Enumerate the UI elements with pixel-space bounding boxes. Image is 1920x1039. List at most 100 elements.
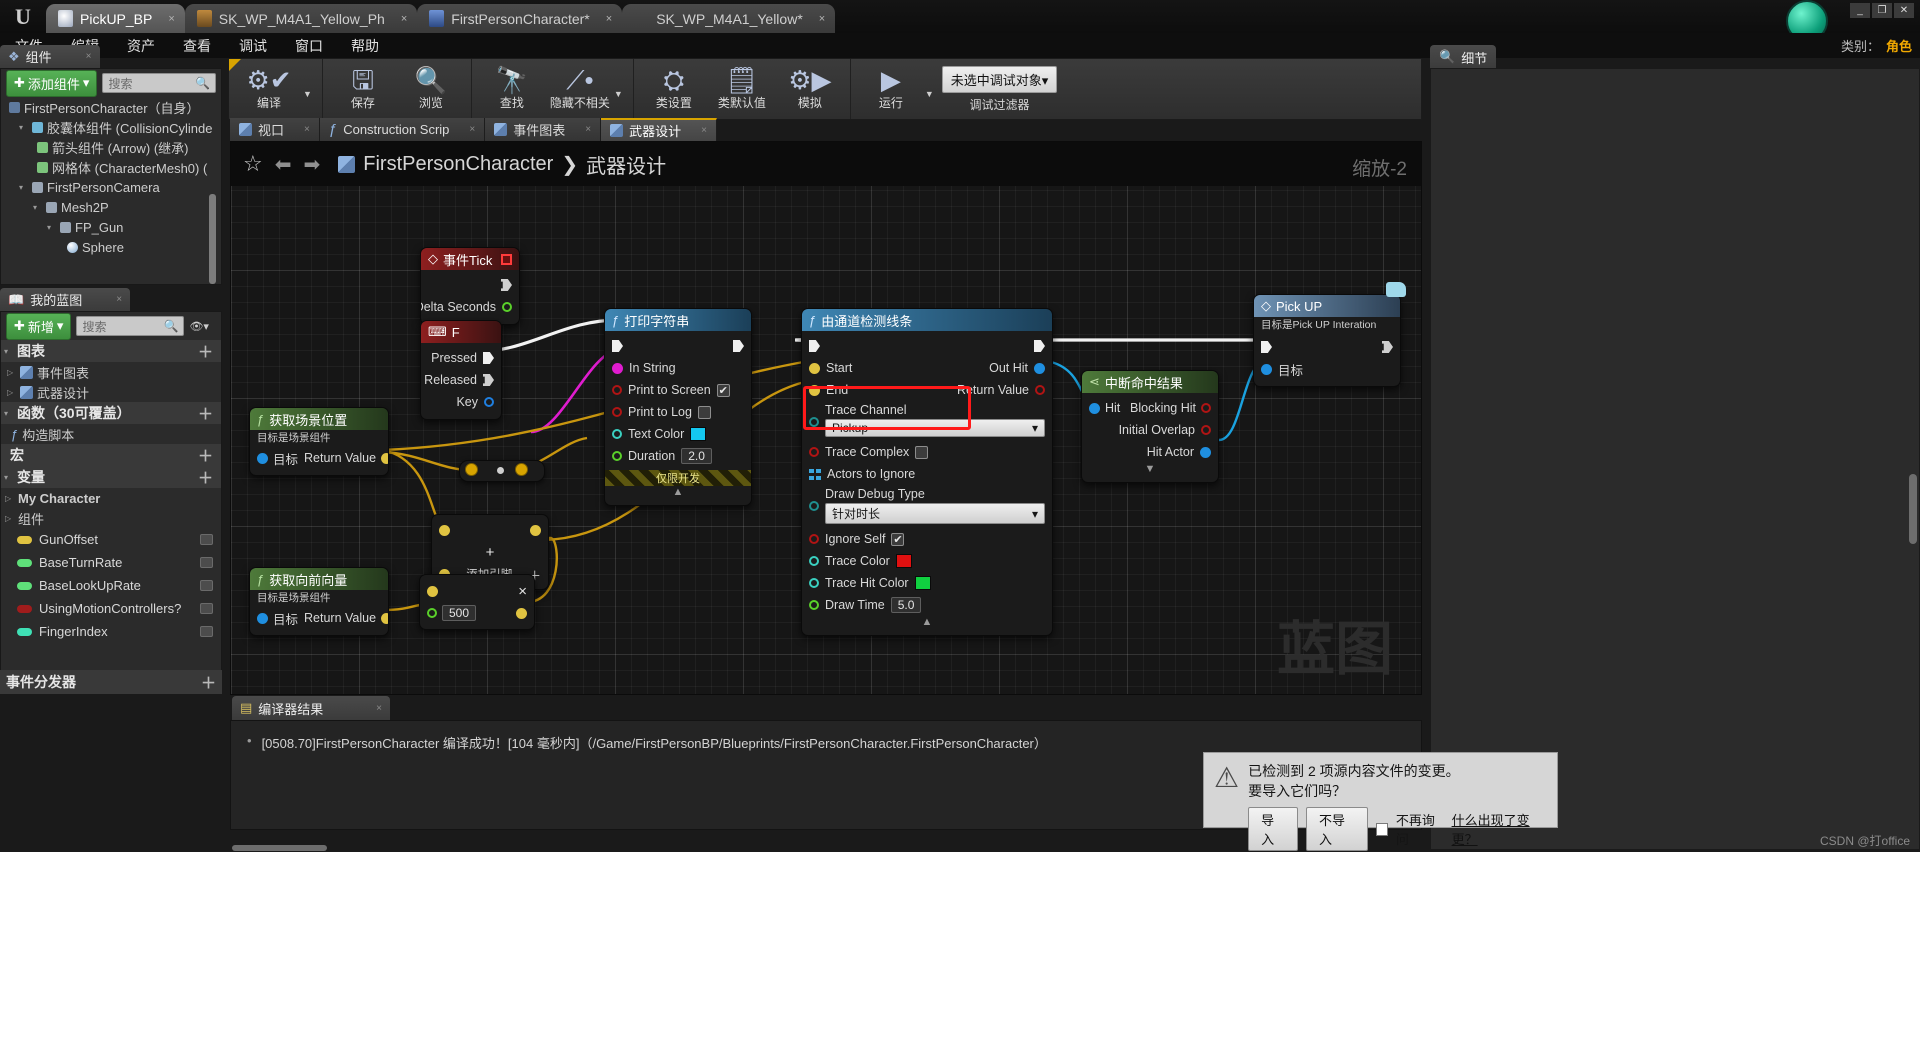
variable-row-baseturnrate[interactable]: BaseTurnRate: [1, 551, 221, 574]
draw-debug-type-combo[interactable]: 针对时长 ▾: [825, 503, 1045, 524]
compiler-message-row[interactable]: • [0508.70]FirstPersonCharacter 编译成功！[10…: [247, 733, 1405, 752]
breadcrumb-root[interactable]: FirstPersonCharacter: [363, 153, 553, 176]
find-button[interactable]: 🔭 查找: [478, 59, 546, 119]
browse-button[interactable]: 🔍 浏览: [397, 59, 465, 119]
breakpoint-icon[interactable]: [501, 253, 512, 265]
node-multiply[interactable]: × 500: [419, 574, 535, 630]
class-settings-button[interactable]: ⛭ 类设置: [640, 59, 708, 119]
expand-arrow-icon[interactable]: ▾: [4, 409, 13, 418]
node-pick-up[interactable]: ◇ Pick UP 目标是Pick UP Interation 目标: [1253, 294, 1401, 387]
editor-tab-2[interactable]: FirstPersonCharacter* ×: [417, 4, 623, 33]
blueprint-graph-canvas[interactable]: ◇ 事件Tick Delta Seconds ⌨ F Pressed Relea…: [230, 141, 1422, 695]
editor-tab-3[interactable]: SK_WP_M4A1_Yellow* ×: [622, 4, 836, 33]
pin-row-b[interactable]: 500: [420, 602, 534, 624]
pin-exec[interactable]: [1254, 336, 1400, 358]
expand-arrow-icon[interactable]: ▾: [19, 183, 28, 192]
editor-tab-0[interactable]: PickUP_BP ×: [46, 4, 185, 33]
hide-unrelated-dropdown-icon[interactable]: ▼: [614, 89, 623, 99]
expand-arrow-icon[interactable]: ▷: [7, 388, 16, 397]
expand-arrow-icon[interactable]: ▷: [7, 368, 16, 377]
pin-print-to-log[interactable]: Print to Log: [605, 401, 751, 423]
pin-actors-to-ignore[interactable]: Actors to Ignore: [802, 463, 1052, 485]
pin-released[interactable]: Released: [421, 369, 501, 391]
component-row-self[interactable]: FirstPersonCharacter（自身）: [5, 97, 221, 117]
close-icon[interactable]: ×: [304, 124, 310, 135]
trace-color-swatch[interactable]: [895, 554, 912, 568]
add-variable-icon[interactable]: ＋: [198, 467, 213, 488]
expand-arrow-icon[interactable]: ▾: [4, 347, 13, 356]
close-icon[interactable]: ×: [585, 124, 591, 135]
function-item-construction-script[interactable]: ƒ 构造脚本: [1, 424, 221, 444]
trace-hit-color-swatch[interactable]: [914, 576, 931, 590]
class-defaults-button[interactable]: 🗒 类默认值: [708, 59, 776, 119]
menu-item-help[interactable]: 帮助: [346, 34, 384, 58]
add-macro-icon[interactable]: ＋: [198, 445, 213, 466]
variable-visibility-icon[interactable]: [200, 603, 213, 614]
collapse-node-icon[interactable]: ▲: [605, 486, 751, 499]
close-button[interactable]: ✕: [1894, 3, 1914, 18]
pin-trace-channel[interactable]: Trace Channel Pickup ▾: [802, 401, 1052, 441]
component-row-mesh[interactable]: 网格体 (CharacterMesh0) (: [5, 157, 221, 177]
close-icon[interactable]: ×: [116, 294, 122, 305]
myblueprint-options-icon[interactable]: 👁▾: [189, 320, 209, 333]
menu-item-window[interactable]: 窗口: [290, 34, 328, 58]
import-button[interactable]: 导入: [1248, 807, 1298, 851]
details-scrollbar[interactable]: [1909, 474, 1917, 544]
expand-arrow-icon[interactable]: ▾: [19, 123, 28, 132]
component-row-fpgun[interactable]: ▾ FP_Gun: [5, 217, 221, 237]
dont-ask-checkbox[interactable]: [1375, 822, 1388, 836]
section-event-dispatchers[interactable]: 事件分发器 ＋: [0, 670, 222, 694]
pin-initial-overlap[interactable]: Initial Overlap: [1082, 419, 1218, 441]
pin-hit-blocking[interactable]: Hit Blocking Hit: [1082, 397, 1218, 419]
components-search-input[interactable]: 搜索 🔍: [102, 73, 216, 93]
simulate-button[interactable]: ⚙▶ 模拟: [776, 59, 844, 119]
variable-row-gunoffset[interactable]: GunOffset: [1, 528, 221, 551]
pin-exec[interactable]: [802, 335, 1052, 357]
add-graph-icon[interactable]: ＋: [198, 341, 213, 362]
tab-close-icon[interactable]: ×: [606, 13, 612, 25]
draw-time-input[interactable]: 5.0: [890, 597, 922, 613]
pin-text-color[interactable]: Text Color: [605, 423, 751, 445]
pin-delta-seconds[interactable]: Delta Seconds: [421, 296, 519, 318]
section-variables[interactable]: ▾ 变量 ＋: [1, 466, 221, 488]
components-scrollbar[interactable]: [209, 194, 216, 284]
expand-arrow-icon[interactable]: ▷: [5, 514, 14, 523]
pin-exec[interactable]: [605, 335, 751, 357]
pin-draw-debug-type[interactable]: Draw Debug Type 针对时长 ▾: [802, 485, 1052, 528]
graph-item-event-graph[interactable]: ▷ 事件图表: [1, 362, 221, 382]
variable-row-usingmotioncontrollers[interactable]: UsingMotionControllers?: [1, 597, 221, 620]
tab-viewport[interactable]: 视口 ×: [230, 118, 320, 141]
tab-close-icon[interactable]: ×: [401, 13, 407, 25]
pin-row-a[interactable]: [432, 519, 548, 541]
compile-button[interactable]: ⚙✔ 编译: [235, 59, 303, 119]
variable-group-components[interactable]: ▷ 组件: [1, 508, 221, 528]
tab-details[interactable]: 🔍 细节: [1430, 45, 1497, 69]
close-icon[interactable]: ×: [701, 125, 707, 136]
component-row-capsule[interactable]: ▾ 胶囊体组件 (CollisionCylinde: [5, 117, 221, 137]
whats-changed-link[interactable]: 什么出现了变更？: [1452, 810, 1547, 848]
section-macros[interactable]: 宏 ＋: [1, 444, 221, 466]
pin-print-to-screen[interactable]: Print to Screen ✔: [605, 379, 751, 401]
add-component-button[interactable]: ✚ 添加组件 ▾: [6, 69, 98, 97]
pin-target[interactable]: 目标: [1254, 358, 1400, 380]
pin-end-return[interactable]: End Return Value: [802, 379, 1052, 401]
add-new-button[interactable]: ✚ 新增 ▾: [6, 312, 72, 340]
component-row-camera[interactable]: ▾ FirstPersonCamera: [5, 177, 221, 197]
variable-visibility-icon[interactable]: [200, 626, 213, 637]
tab-compiler-results[interactable]: ▤ 编译器结果 ×: [232, 696, 390, 720]
tab-close-icon[interactable]: ×: [819, 13, 825, 25]
tab-components[interactable]: ❖ 组件 ×: [0, 45, 100, 68]
editor-tab-1[interactable]: SK_WP_M4A1_Yellow_Ph ×: [184, 4, 418, 33]
component-row-mesh2p[interactable]: ▾ Mesh2P: [5, 197, 221, 217]
pin-hit-actor[interactable]: Hit Actor: [1082, 441, 1218, 463]
pin-draw-time[interactable]: Draw Time 5.0: [802, 594, 1052, 616]
pin-pressed[interactable]: Pressed: [421, 347, 501, 369]
pin-ignore-self[interactable]: Ignore Self ✔: [802, 528, 1052, 550]
component-row-sphere[interactable]: Sphere: [5, 237, 221, 257]
pin-row[interactable]: 目标 Return Value: [250, 607, 388, 629]
pin-key[interactable]: Key: [421, 391, 501, 413]
close-icon[interactable]: ×: [469, 124, 475, 135]
component-row-arrow[interactable]: 箭头组件 (Arrow) (继承): [5, 137, 221, 157]
node-comment-bubble-icon[interactable]: [1386, 282, 1406, 297]
expand-arrow-icon[interactable]: ▾: [33, 203, 42, 212]
